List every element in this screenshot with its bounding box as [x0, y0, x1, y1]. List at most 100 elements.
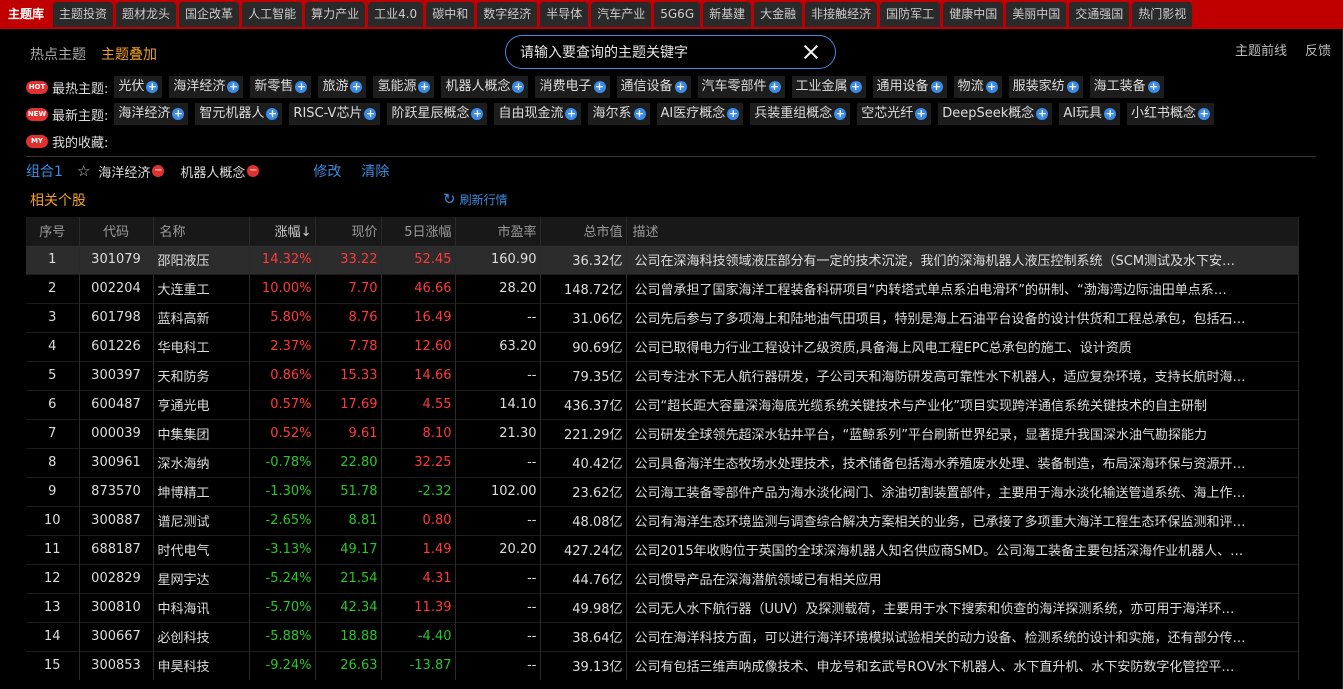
- tab-item[interactable]: 题材龙头: [116, 2, 177, 27]
- add-icon[interactable]: +: [146, 81, 159, 93]
- tab-item[interactable]: 人工智能: [242, 2, 303, 27]
- add-icon[interactable]: +: [418, 81, 431, 93]
- add-icon[interactable]: +: [295, 81, 308, 93]
- tab-item[interactable]: 新基建: [703, 2, 752, 27]
- tab-item[interactable]: 汽车产业: [591, 2, 652, 27]
- col-header-market-cap[interactable]: 总市值: [540, 217, 627, 245]
- add-icon[interactable]: +: [930, 81, 943, 93]
- table-row[interactable]: 9 873570 坤博精工 -1.30% 51.78 -2.32 102.00 23.62亿公…: [26, 476, 1299, 506]
- topic-chip[interactable]: 光伏 +: [114, 76, 163, 98]
- col-header-code[interactable]: 代码: [79, 217, 154, 245]
- topic-chip[interactable]: 旅游 +: [318, 76, 367, 98]
- table-row[interactable]: 7 000039 中集集团 0.52% 9.61 8.10 21.30 221.29亿 公司研发…: [26, 418, 1299, 448]
- topic-chip[interactable]: 服装家纺 +: [1008, 76, 1083, 98]
- table-row[interactable]: 14 300667 必创科技 -5.88% 18.88 -4.40 -- 38.64亿 公司在海…: [26, 621, 1299, 651]
- topic-chip[interactable]: AI医疗概念 +: [656, 103, 744, 125]
- topic-chip[interactable]: 海洋经济 +: [169, 76, 244, 98]
- edit-button[interactable]: 修改: [313, 161, 341, 181]
- tab-item[interactable]: 半导体: [540, 2, 589, 27]
- topic-chip[interactable]: 阶跃星辰概念 +: [387, 103, 488, 125]
- tab-item[interactable]: 美丽中国: [1006, 2, 1067, 27]
- table-row[interactable]: 6 600487 亨通光电 0.57% 17.69 4.55 14.10 436.37亿 公司“…: [26, 389, 1299, 419]
- table-row[interactable]: 3 601798 蓝科高新 5.80% 8.76 16.49 -- 31.06亿 公司先后参与了…: [26, 302, 1299, 332]
- add-icon[interactable]: +: [172, 108, 185, 120]
- add-icon[interactable]: +: [1147, 81, 1160, 93]
- add-icon[interactable]: +: [849, 81, 862, 93]
- topic-chip[interactable]: 海工装备 +: [1089, 76, 1164, 98]
- tab-item[interactable]: 算力产业: [305, 2, 366, 27]
- add-icon[interactable]: +: [471, 108, 484, 120]
- add-icon[interactable]: +: [227, 81, 240, 93]
- add-icon[interactable]: +: [364, 108, 377, 120]
- tab-item[interactable]: 主题库: [2, 2, 51, 27]
- col-header-pe[interactable]: 市盈率: [455, 217, 541, 245]
- topic-chip[interactable]: 自由现金流 +: [494, 103, 582, 125]
- topic-chip[interactable]: DeepSeek概念 +: [938, 103, 1053, 125]
- remove-icon[interactable]: −: [152, 165, 165, 177]
- refresh-button[interactable]: ↻ 刷新行情: [443, 190, 508, 208]
- add-icon[interactable]: +: [593, 81, 606, 93]
- col-header-change-5d[interactable]: 5日涨幅: [381, 217, 456, 245]
- col-header-name[interactable]: 名称: [153, 217, 250, 245]
- topic-chip[interactable]: 海洋经济 +: [114, 103, 189, 125]
- add-icon[interactable]: +: [565, 108, 578, 120]
- nav-feedback[interactable]: 反馈: [1305, 40, 1331, 59]
- nav-topic-overlay[interactable]: 主题叠加: [101, 44, 157, 64]
- tab-item[interactable]: 国防军工: [880, 2, 941, 27]
- topic-chip[interactable]: RISC-V芯片 +: [289, 103, 381, 125]
- clear-button[interactable]: 清除: [361, 161, 389, 181]
- star-icon[interactable]: ☆: [77, 162, 90, 180]
- add-icon[interactable]: +: [768, 81, 781, 93]
- remove-icon[interactable]: −: [247, 165, 260, 177]
- table-row[interactable]: 11 688187 时代电气 -3.13% 49.17 1.49 20.20 427.24亿公…: [26, 534, 1299, 564]
- tab-item[interactable]: 5G6G: [654, 2, 701, 27]
- tab-item[interactable]: 碳中和: [426, 2, 475, 27]
- add-icon[interactable]: +: [266, 108, 279, 120]
- topic-chip[interactable]: 空芯光纤 +: [857, 103, 932, 125]
- topic-chip[interactable]: 小红书概念 +: [1127, 103, 1215, 125]
- nav-hot-topics[interactable]: 热点主题: [30, 44, 86, 64]
- add-icon[interactable]: +: [834, 108, 847, 120]
- tab-item[interactable]: 国企改革: [179, 2, 240, 27]
- col-header-description[interactable]: 描述: [626, 217, 1299, 245]
- topic-chip[interactable]: AI玩具 +: [1059, 103, 1121, 125]
- table-row[interactable]: 12 002829 星网宇达 -5.24% 21.54 4.31 -- 44.76亿 公司惯导产…: [26, 563, 1299, 593]
- topic-chip[interactable]: 工业金属 +: [791, 76, 866, 98]
- topic-chip[interactable]: 物流 +: [953, 76, 1002, 98]
- add-icon[interactable]: +: [350, 81, 363, 93]
- combination-name[interactable]: 组合1: [26, 161, 63, 181]
- table-row[interactable]: 8 300961 深水海纳 -0.78% 22.80 32.25 -- 40.42亿 公司具备海…: [26, 447, 1299, 477]
- table-row[interactable]: 4 601226 华电科工 2.37% 7.78 12.60 63.20 90.69亿 公司已取…: [26, 331, 1299, 361]
- table-row[interactable]: 13 300810 中科海讯 -5.70% 42.34 11.39 -- 49.98亿 公司无人…: [26, 592, 1299, 622]
- add-icon[interactable]: +: [674, 81, 687, 93]
- topic-chip[interactable]: 海尔系 +: [588, 103, 650, 125]
- tab-item[interactable]: 交通强国: [1069, 2, 1130, 27]
- tab-item[interactable]: 工业4.0: [368, 2, 424, 27]
- col-header-change[interactable]: 涨幅↓: [249, 217, 316, 245]
- table-row[interactable]: 15 300853 申昊科技 -9.24% 26.63 -13.87 -- 39.13亿 公司有…: [26, 650, 1299, 680]
- topic-chip[interactable]: 新零售 +: [250, 76, 312, 98]
- add-icon[interactable]: +: [1066, 81, 1079, 93]
- tab-item[interactable]: 数字经济: [477, 2, 538, 27]
- topic-chip[interactable]: 消费电子 +: [535, 76, 610, 98]
- add-icon[interactable]: +: [727, 108, 740, 120]
- table-row[interactable]: 5 300397 天和防务 0.86% 15.33 14.66 -- 79.35亿 公司专注水下…: [26, 360, 1299, 390]
- col-header-no[interactable]: 序号: [26, 217, 80, 245]
- tab-item[interactable]: 主题投资: [53, 2, 114, 27]
- topic-chip[interactable]: 氢能源 +: [373, 76, 435, 98]
- col-header-price[interactable]: 现价: [315, 217, 382, 245]
- close-icon[interactable]: [801, 42, 821, 62]
- add-icon[interactable]: +: [915, 108, 928, 120]
- topic-chip[interactable]: 机器人概念 +: [441, 76, 529, 98]
- add-icon[interactable]: +: [633, 108, 646, 120]
- add-icon[interactable]: +: [1198, 108, 1211, 120]
- tab-item[interactable]: 热门影视: [1132, 2, 1193, 27]
- add-icon[interactable]: +: [512, 81, 525, 93]
- tab-item[interactable]: 非接触经济: [805, 2, 878, 27]
- topic-chip[interactable]: 通信设备 +: [616, 76, 691, 98]
- add-icon[interactable]: +: [985, 81, 998, 93]
- topic-chip[interactable]: 汽车零部件 +: [697, 76, 785, 98]
- add-icon[interactable]: +: [1036, 108, 1049, 120]
- tab-item[interactable]: 大金融: [754, 2, 803, 27]
- table-row[interactable]: 2 002204 大连重工 10.00% 7.70 46.66 28.20 148.72亿 公司…: [26, 273, 1299, 303]
